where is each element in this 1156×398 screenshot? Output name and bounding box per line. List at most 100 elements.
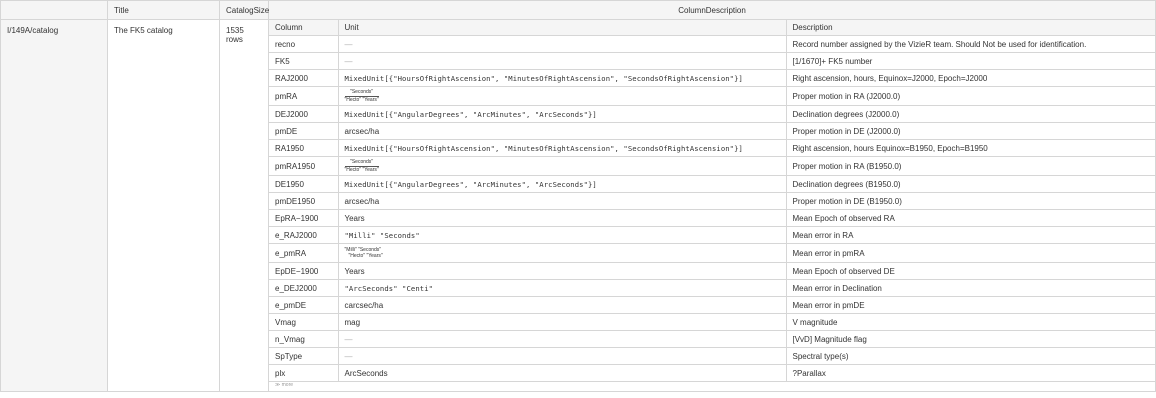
column-unit: — bbox=[337, 330, 787, 348]
column-unit: mag bbox=[337, 313, 787, 331]
unit-text: MixedUnit[{"HoursOfRightAscension", "Min… bbox=[344, 143, 743, 153]
table-row: n_Vmag — [VvD] Magnitude flag bbox=[269, 330, 1156, 348]
column-description: Proper motion in RA (J2000.0) bbox=[785, 86, 1156, 106]
row-key: I/149A/catalog bbox=[0, 19, 108, 392]
column-description: Spectral type(s) bbox=[785, 347, 1156, 365]
column-description: Mean error in RA bbox=[785, 226, 1156, 244]
column-description-table: Column Unit Description recno — Record num… bbox=[269, 20, 1156, 382]
column-name: pmDE bbox=[269, 122, 339, 140]
unit-fraction: "Seconds" "Hecto" "Years" bbox=[344, 89, 379, 103]
column-description: [VvD] Magnitude flag bbox=[785, 330, 1156, 348]
column-name: EpDE−1900 bbox=[269, 262, 339, 280]
column-name: FK5 bbox=[269, 52, 339, 70]
column-name: n_Vmag bbox=[269, 330, 339, 348]
unit-text: ArcSeconds bbox=[344, 368, 388, 378]
column-description: Proper motion in DE (J2000.0) bbox=[785, 122, 1156, 140]
column-description: Mean Epoch of observed DE bbox=[785, 262, 1156, 280]
column-unit: MixedUnit[{"HoursOfRightAscension", "Min… bbox=[337, 69, 787, 87]
column-description: Mean error in pmDE bbox=[785, 296, 1156, 314]
unit-text: — bbox=[344, 56, 353, 66]
table-row: pmRA "Seconds" "Hecto" "Years" Proper motio… bbox=[269, 86, 1156, 106]
table-row: RAJ2000 MixedUnit[{"HoursOfRightAscension… bbox=[269, 69, 1156, 87]
unit-text: carcsec/ha bbox=[344, 300, 384, 310]
table-row: pmDE1950 arcsec/ha Proper motion in DE (B1… bbox=[269, 192, 1156, 210]
column-description: Proper motion in DE (B1950.0) bbox=[785, 192, 1156, 210]
column-name: plx bbox=[269, 364, 339, 382]
catalog-size: 1535 rows bbox=[219, 19, 269, 392]
column-description: Mean error in pmRA bbox=[785, 243, 1156, 263]
column-name: e_RAJ2000 bbox=[269, 226, 339, 244]
column-description: Right ascension, hours, Equinox=J2000, E… bbox=[785, 69, 1156, 87]
column-unit: "Milli" "Seconds" bbox=[337, 226, 787, 244]
column-description: [1/1670]+ FK5 number bbox=[785, 52, 1156, 70]
column-unit: MixedUnit[{"AngularDegrees", "ArcMinutes… bbox=[337, 105, 787, 123]
table-row: e_DEJ2000 "ArcSeconds" "Centi" Mean error … bbox=[269, 279, 1156, 297]
catalog-table: Title CatalogSize ColumnDescription I/14… bbox=[0, 0, 1156, 392]
column-name: e_pmDE bbox=[269, 296, 339, 314]
table-row: pmRA1950 "Seconds" "Hecto" "Years" Proper m… bbox=[269, 156, 1156, 176]
catalog-row: I/149A/catalog The FK5 catalog 1535 rows… bbox=[0, 19, 1156, 392]
column-name: RA1950 bbox=[269, 139, 339, 157]
table-row: e_pmRA "Milli" "Seconds" "Hecto" "Years" Me… bbox=[269, 243, 1156, 263]
table-row: EpDE−1900 Years Mean Epoch of observed DE bbox=[269, 262, 1156, 280]
unit-text: "ArcSeconds" "Centi" bbox=[344, 283, 434, 293]
table-row: pmDE arcsec/ha Proper motion in DE (J2000.… bbox=[269, 122, 1156, 140]
unit-denominator: "Hecto" "Years" bbox=[344, 166, 379, 173]
more-link[interactable]: ≫ more bbox=[269, 382, 1155, 391]
unit-numerator: "Seconds" bbox=[344, 159, 379, 167]
title-header: Title bbox=[107, 0, 220, 20]
unit-text: MixedUnit[{"AngularDegrees", "ArcMinutes… bbox=[344, 109, 597, 119]
header-row: Title CatalogSize ColumnDescription bbox=[0, 0, 1156, 20]
column-name: pmRA1950 bbox=[269, 156, 339, 176]
unit-denominator: "Hecto" "Years" bbox=[344, 96, 379, 103]
column-description: Declination degrees (B1950.0) bbox=[785, 175, 1156, 193]
table-row: e_RAJ2000 "Milli" "Seconds" Mean error in … bbox=[269, 226, 1156, 244]
unit-text: "Milli" "Seconds" bbox=[344, 230, 420, 240]
catalog-title: The FK5 catalog bbox=[107, 19, 220, 392]
column-description: Record number assigned by the VizieR tea… bbox=[785, 35, 1156, 53]
column-unit: ArcSeconds bbox=[337, 364, 787, 382]
unit-text: Years bbox=[344, 213, 365, 223]
column-name: pmDE1950 bbox=[269, 192, 339, 210]
column-unit: MixedUnit[{"HoursOfRightAscension", "Min… bbox=[337, 139, 787, 157]
column-description: Declination degrees (J2000.0) bbox=[785, 105, 1156, 123]
column-unit: "Seconds" "Hecto" "Years" bbox=[337, 156, 787, 176]
column-description: Mean error in Declination bbox=[785, 279, 1156, 297]
column-unit: "Milli" "Seconds" "Hecto" "Years" bbox=[337, 243, 787, 263]
table-row: SpType — Spectral type(s) bbox=[269, 347, 1156, 365]
unit-text: MixedUnit[{"HoursOfRightAscension", "Min… bbox=[344, 73, 743, 83]
table-row: FK5 — [1/1670]+ FK5 number bbox=[269, 52, 1156, 70]
inner-unit-header: Unit bbox=[337, 20, 787, 36]
catalog-size-header: CatalogSize bbox=[219, 0, 269, 20]
column-name: e_pmRA bbox=[269, 243, 339, 263]
table-row: Vmag mag V magnitude bbox=[269, 313, 1156, 331]
table-row: recno — Record number assigned by the Vizi… bbox=[269, 35, 1156, 53]
column-unit: "ArcSeconds" "Centi" bbox=[337, 279, 787, 297]
inner-description-header: Description bbox=[785, 20, 1156, 36]
table-row: plx ArcSeconds ?Parallax bbox=[269, 364, 1156, 382]
unit-text: arcsec/ha bbox=[344, 196, 380, 206]
column-name: Vmag bbox=[269, 313, 339, 331]
unit-text: — bbox=[344, 334, 353, 344]
column-description: V magnitude bbox=[785, 313, 1156, 331]
column-name: e_DEJ2000 bbox=[269, 279, 339, 297]
unit-text: Years bbox=[344, 266, 365, 276]
corner-header bbox=[0, 0, 108, 20]
unit-line: "Milli" "Seconds" bbox=[344, 246, 382, 253]
unit-text: arcsec/ha bbox=[344, 126, 380, 136]
table-row: DEJ2000 MixedUnit[{"AngularDegrees", "Arc… bbox=[269, 105, 1156, 123]
column-description: Mean Epoch of observed RA bbox=[785, 209, 1156, 227]
unit-text: — bbox=[344, 39, 353, 49]
column-name: DEJ2000 bbox=[269, 105, 339, 123]
column-unit: — bbox=[337, 347, 787, 365]
column-unit: Years bbox=[337, 262, 787, 280]
unit-line: "Hecto" "Years" bbox=[348, 252, 383, 259]
unit-numerator: "Seconds" bbox=[344, 89, 379, 97]
column-name: EpRA−1900 bbox=[269, 209, 339, 227]
table-row: RA1950 MixedUnit[{"HoursOfRightAscension"… bbox=[269, 139, 1156, 157]
column-unit: MixedUnit[{"AngularDegrees", "ArcMinutes… bbox=[337, 175, 787, 193]
column-unit: — bbox=[337, 35, 787, 53]
column-description: ?Parallax bbox=[785, 364, 1156, 382]
column-unit: arcsec/ha bbox=[337, 192, 787, 210]
table-row: DE1950 MixedUnit[{"AngularDegrees", "ArcM… bbox=[269, 175, 1156, 193]
